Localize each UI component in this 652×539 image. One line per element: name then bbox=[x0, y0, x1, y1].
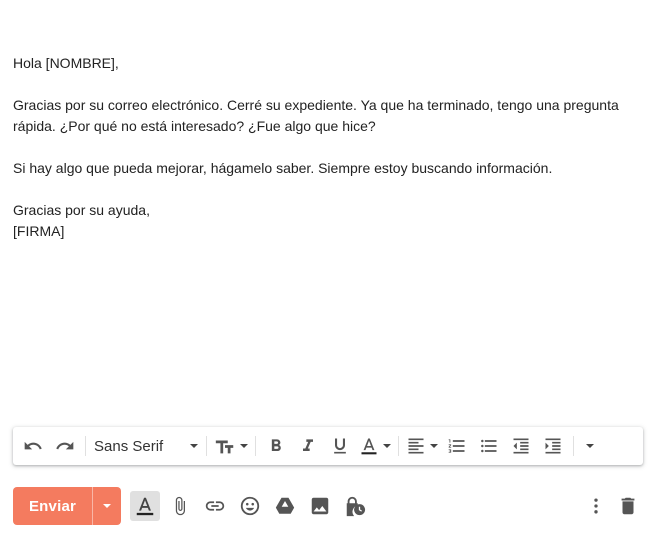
toolbar-separator bbox=[398, 436, 399, 456]
photo-icon bbox=[311, 497, 329, 515]
indent-more-icon bbox=[545, 438, 561, 454]
chevron-down-icon bbox=[430, 444, 438, 448]
more-formatting-button[interactable] bbox=[578, 432, 602, 460]
discard-draft-button[interactable] bbox=[613, 491, 643, 521]
bold-icon bbox=[271, 439, 281, 451]
chevron-down-icon bbox=[383, 444, 391, 448]
send-button[interactable]: Enviar bbox=[13, 487, 92, 525]
attach-icon bbox=[175, 496, 185, 516]
send-options-button[interactable] bbox=[92, 487, 121, 525]
insert-photo-button[interactable] bbox=[305, 491, 335, 521]
align-icon bbox=[408, 438, 424, 454]
chevron-down-icon bbox=[103, 504, 111, 508]
formatting-options-icon bbox=[136, 497, 154, 516]
indent-more-button[interactable] bbox=[537, 432, 569, 460]
italic-button[interactable] bbox=[292, 432, 324, 460]
insert-emoji-button[interactable] bbox=[235, 491, 265, 521]
message-body[interactable]: Hola [NOMBRE], Gracias por su correo ele… bbox=[13, 53, 643, 242]
font-family-label: Sans Serif bbox=[94, 437, 164, 455]
chevron-down-icon bbox=[190, 444, 198, 448]
text-size-button[interactable] bbox=[211, 432, 251, 460]
bulleted-list-button[interactable] bbox=[473, 432, 505, 460]
bold-button[interactable] bbox=[260, 432, 292, 460]
more-options-button[interactable] bbox=[581, 491, 611, 521]
closing-line: Gracias por su ayuda, bbox=[13, 202, 150, 218]
indent-less-icon bbox=[513, 438, 529, 454]
text-color-button[interactable] bbox=[356, 432, 394, 460]
formatting-toolbar: Sans Serif bbox=[13, 427, 643, 465]
redo-icon bbox=[56, 441, 74, 450]
chevron-down-icon bbox=[240, 444, 248, 448]
toolbar-separator bbox=[573, 436, 574, 456]
indent-less-button[interactable] bbox=[505, 432, 537, 460]
font-family-select[interactable]: Sans Serif bbox=[90, 432, 202, 460]
bulleted-list-icon bbox=[481, 439, 497, 453]
numbered-list-icon bbox=[448, 439, 465, 453]
undo-button[interactable] bbox=[17, 432, 49, 460]
confidential-mode-button[interactable] bbox=[340, 491, 370, 521]
discard-icon bbox=[621, 497, 635, 515]
align-button[interactable] bbox=[403, 432, 441, 460]
toolbar-separator bbox=[85, 436, 86, 456]
paragraph-2: Si hay algo que pueda mejorar, hágamelo … bbox=[13, 160, 553, 176]
drive-icon bbox=[275, 497, 295, 514]
more-formatting-icon bbox=[586, 444, 594, 448]
signature-line: [FIRMA] bbox=[13, 223, 65, 239]
confidential-mode-icon bbox=[346, 496, 366, 517]
emoji-icon bbox=[240, 496, 260, 516]
toolbar-separator bbox=[206, 436, 207, 456]
link-icon bbox=[205, 501, 225, 511]
text-size-icon bbox=[215, 440, 234, 454]
numbered-list-button[interactable] bbox=[441, 432, 473, 460]
more-options-icon bbox=[594, 498, 598, 514]
underline-icon bbox=[334, 438, 346, 454]
attach-file-button[interactable] bbox=[165, 491, 195, 521]
paragraph-1-line-2: rápida. ¿Por qué no está interesado? ¿Fu… bbox=[13, 118, 376, 134]
toolbar-separator bbox=[255, 436, 256, 456]
text-color-icon bbox=[361, 438, 377, 455]
undo-icon bbox=[24, 441, 42, 450]
insert-link-button[interactable] bbox=[200, 491, 230, 521]
redo-button[interactable] bbox=[49, 432, 81, 460]
paragraph-1-line-1: Gracias por su correo electrónico. Cerré… bbox=[13, 97, 619, 113]
formatting-options-button[interactable] bbox=[130, 491, 160, 521]
italic-icon bbox=[303, 439, 313, 451]
underline-button[interactable] bbox=[324, 432, 356, 460]
greeting-line: Hola [NOMBRE], bbox=[13, 55, 119, 71]
send-button-group: Enviar bbox=[13, 487, 121, 525]
insert-drive-button[interactable] bbox=[270, 491, 300, 521]
compose-bottom-bar: Enviar bbox=[13, 487, 643, 525]
